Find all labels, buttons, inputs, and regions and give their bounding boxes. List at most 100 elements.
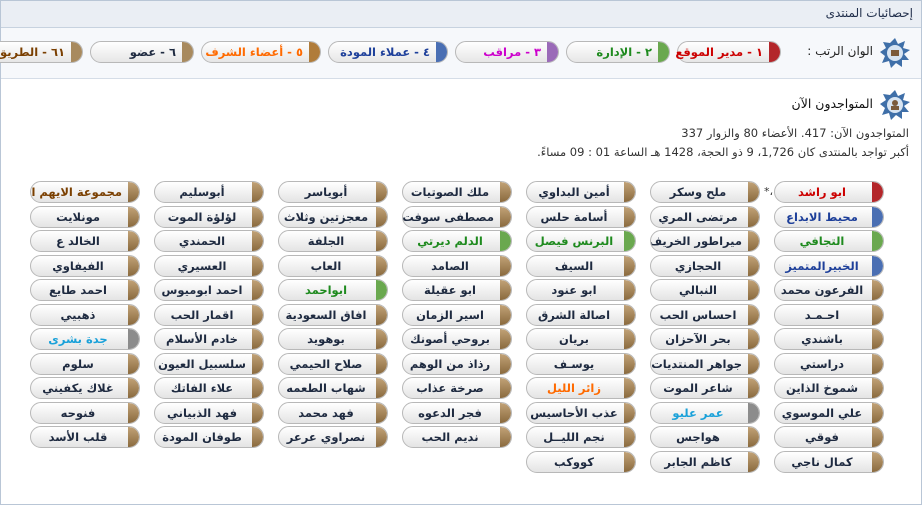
online-user-link[interactable]: مصطفى سوفت — [402, 205, 512, 228]
online-user-link[interactable]: ملك الصوتيات — [402, 181, 512, 203]
user-name: مصطفى سوفت — [402, 209, 494, 224]
online-user-link[interactable]: احساس الحب — [650, 303, 760, 326]
online-user-link[interactable]: خادم الأسلام — [154, 328, 264, 350]
online-user-link[interactable]: بريان — [526, 328, 636, 350]
online-user-link[interactable]: العاب — [278, 254, 388, 277]
online-user-link[interactable]: أبوسليم — [154, 181, 264, 203]
online-user-link[interactable]: كاظم الجابر — [650, 450, 760, 473]
user-pill-cap — [376, 378, 387, 398]
online-user-link[interactable]: ميراطور الخريف — [650, 230, 760, 252]
online-user-link[interactable]: زائر الليل — [526, 377, 636, 399]
user-pill-cap — [748, 402, 759, 423]
online-user-link[interactable]: لؤلؤة الموت — [154, 205, 264, 228]
user-name: احـمـد — [804, 307, 840, 322]
online-user-link[interactable]: ملح وسكر — [650, 181, 760, 203]
online-user-link[interactable]: مجموعة الايهم ا — [30, 181, 140, 203]
user-pill-cap — [872, 206, 883, 227]
user-pill-cap — [128, 231, 139, 251]
online-user-link[interactable]: دراستي — [774, 352, 884, 375]
online-user-link[interactable]: جواهر المنتديات — [650, 352, 760, 375]
online-user-link[interactable]: أمين البداوي — [526, 181, 636, 203]
online-user-link[interactable]: ابو عنود — [526, 279, 636, 301]
online-user-link[interactable]: كمال ناجي — [774, 450, 884, 473]
online-user-link[interactable]: الصامد — [402, 254, 512, 277]
online-user-link[interactable]: النبالي — [650, 279, 760, 301]
online-user-link[interactable]: افاق السعودية — [278, 303, 388, 326]
rank-pill-label: ٢ - الإدارة — [596, 45, 652, 59]
online-user-link[interactable]: شاعر الموت — [650, 377, 760, 399]
rank-pill-cap — [769, 42, 780, 62]
online-user-link[interactable]: احمد طايع — [30, 279, 140, 301]
user-name: البرنس فيصل — [534, 234, 614, 248]
online-user-link[interactable]: طوفان المودة — [154, 426, 264, 448]
online-user-link[interactable]: يوسـف — [526, 352, 636, 375]
online-user-link[interactable]: أبوياسر — [278, 181, 388, 203]
online-user-link[interactable]: بوهويد — [278, 328, 388, 350]
online-user-link[interactable]: فوقي — [774, 426, 884, 448]
user-pill-cap — [376, 280, 387, 300]
online-user-link[interactable]: مرتضى المري — [650, 205, 760, 228]
online-user-link[interactable]: ابواحمد — [278, 279, 388, 301]
online-user-link[interactable]: نصراوي عرعر — [278, 426, 388, 448]
online-user-link[interactable]: هواجس — [650, 426, 760, 448]
online-user-link[interactable]: فهد الذبياني — [154, 401, 264, 424]
online-user-link[interactable]: ذهبيي — [30, 303, 140, 326]
user-name: السيف — [554, 258, 594, 273]
online-user-link[interactable]: قلب الأسد — [30, 426, 140, 448]
online-user-link[interactable]: الحجازي — [650, 254, 760, 277]
rank-colors-label: الوان الرتب : — [807, 44, 873, 58]
online-user-link[interactable]: نجم الليــل — [526, 426, 636, 448]
online-user-link[interactable]: أسامة حلس — [526, 205, 636, 228]
online-user-link[interactable]: فنوحه — [30, 401, 140, 424]
user-name: ابو عقيلة — [424, 283, 476, 297]
online-user-link[interactable]: الخالد ع — [30, 230, 140, 252]
online-user-link[interactable]: سلوم — [30, 352, 140, 375]
online-user-link[interactable]: اسير الزمان — [402, 303, 512, 326]
online-user-link[interactable]: اصالة الشرق — [526, 303, 636, 326]
online-user-link[interactable]: شهاب الطعمه — [278, 377, 388, 399]
online-user-link[interactable]: علي الموسوي — [774, 401, 884, 424]
online-user-link[interactable]: صرخة عذاب — [402, 377, 512, 399]
online-user-link[interactable]: الدلم ديرتي — [402, 230, 512, 252]
online-user-link[interactable]: الحمندي — [154, 230, 264, 252]
online-user-link[interactable]: مونلايت — [30, 205, 140, 228]
online-user-link[interactable]: رذاذ من الوهم — [402, 352, 512, 375]
online-user-link[interactable]: السيف — [526, 254, 636, 277]
online-user-link[interactable]: نديم الحب — [402, 426, 512, 448]
online-user-link[interactable]: العسيري — [154, 254, 264, 277]
online-user-link[interactable]: علاء الفاتك — [154, 377, 264, 399]
online-user-link[interactable]: سلسبيل العيون — [154, 352, 264, 375]
online-user-link[interactable]: بروحي أصونك — [402, 328, 512, 350]
online-user-link[interactable]: الفيفاوي — [30, 254, 140, 277]
online-user-link[interactable]: محيط الابداع — [774, 205, 884, 228]
user-name: طوفان المودة — [162, 430, 242, 444]
online-user-link[interactable]: البرنس فيصل — [526, 230, 636, 252]
user-name: شموخ الذاين — [785, 381, 859, 395]
online-user-link[interactable]: جدة بشرى — [30, 328, 140, 350]
users-icon — [879, 89, 911, 121]
online-user-link[interactable]: غلاك يكفيني — [30, 377, 140, 399]
online-user-link[interactable]: صلاح الحيمي — [278, 352, 388, 375]
online-user-link[interactable]: عذب الأحاسيس — [526, 401, 636, 424]
user-name: باشندي — [801, 332, 843, 346]
online-user-link[interactable]: معجزتين وثلاث — [278, 205, 388, 228]
online-user-link[interactable]: فجر الدعوه — [402, 401, 512, 424]
online-user-link[interactable]: باشندي — [774, 328, 884, 350]
online-user-link[interactable]: التجافي — [774, 230, 884, 252]
online-user-link[interactable]: احـمـد — [774, 303, 884, 326]
user-pill-cap — [624, 353, 635, 374]
online-user-link[interactable]: الفرعون محمد — [774, 279, 884, 301]
online-user-link[interactable]: فهد محمد — [278, 401, 388, 424]
online-user-link[interactable]: ابو عقيلة — [402, 279, 512, 301]
online-user-link[interactable]: ابو راشد — [774, 181, 884, 203]
online-user-link[interactable]: اقمار الحب — [154, 303, 264, 326]
online-user-link[interactable]: بحر الآحزان — [650, 328, 760, 350]
user-pill-cap — [624, 427, 635, 447]
online-user-link[interactable]: شموخ الذاين — [774, 377, 884, 399]
user-pill-cap — [128, 378, 139, 398]
online-user-link[interactable]: كووكب — [526, 450, 636, 473]
online-user-link[interactable]: احمد ابوميوس — [154, 279, 264, 301]
online-user-link[interactable]: الخبيرالمتميز — [774, 254, 884, 277]
online-user-link[interactable]: الجلفة — [278, 230, 388, 252]
online-user-link[interactable]: عمر عليو — [650, 401, 760, 424]
